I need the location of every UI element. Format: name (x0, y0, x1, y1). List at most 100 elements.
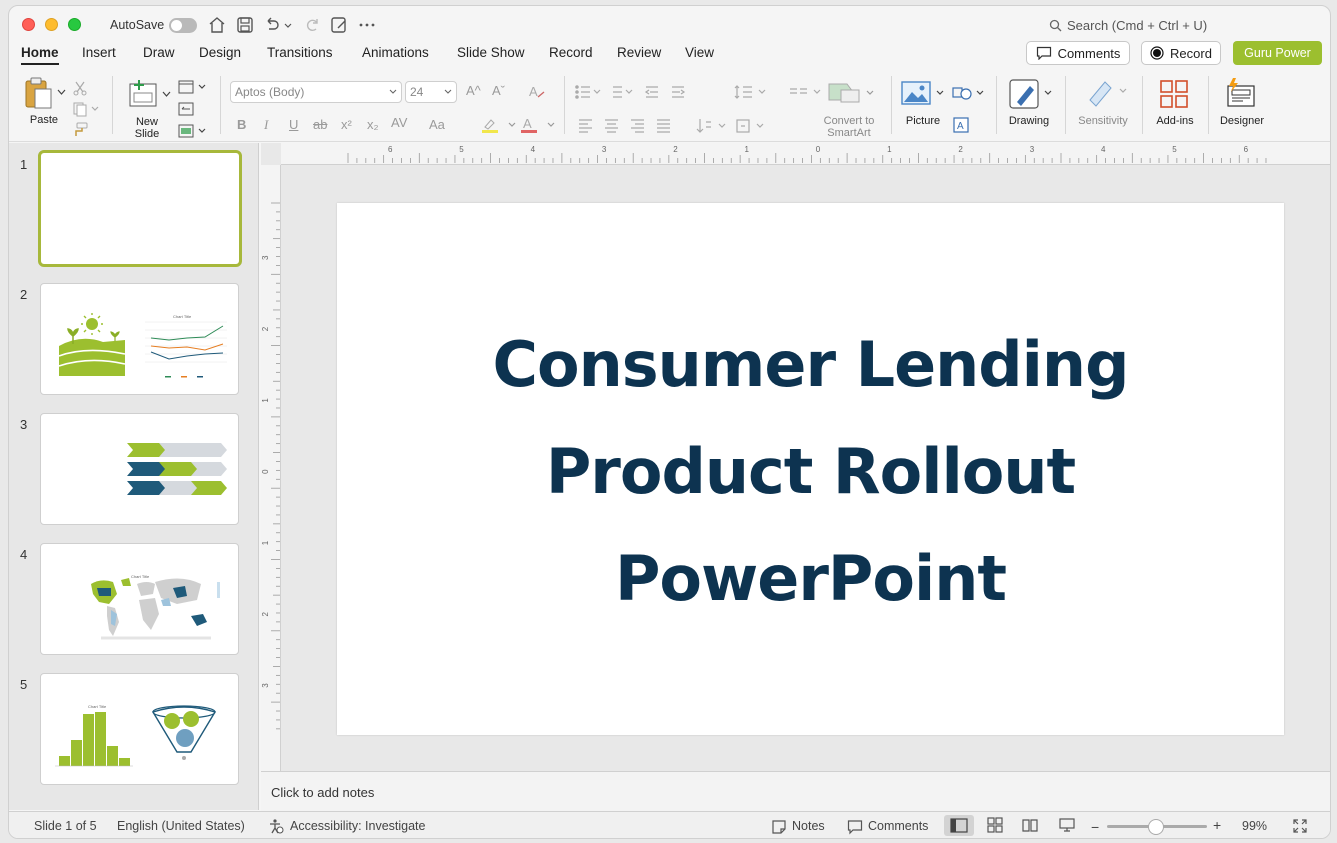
tab-review[interactable]: Review (617, 45, 661, 60)
increase-font-size-button[interactable]: A^ (466, 83, 481, 98)
paste-dropdown-icon[interactable] (57, 88, 66, 96)
designer-icon[interactable] (1223, 76, 1257, 110)
zoom-in-button[interactable]: + (1213, 817, 1221, 833)
tab-insert[interactable]: Insert (82, 45, 116, 60)
accessibility-icon[interactable] (268, 818, 284, 834)
language-indicator[interactable]: English (United States) (117, 819, 245, 833)
line-chart-thumbnail (145, 321, 227, 378)
minimize-window-button[interactable] (45, 18, 58, 31)
more-options-icon[interactable] (357, 15, 377, 35)
undo-icon[interactable] (262, 15, 282, 35)
superscript-button[interactable]: x² (341, 117, 352, 132)
slide-thumbnail-1[interactable] (38, 150, 242, 267)
accessibility-status[interactable]: Accessibility: Investigate (290, 819, 425, 833)
bold-button[interactable]: B (237, 117, 246, 132)
slide-number: 4 (20, 547, 28, 562)
ribbon-separator (996, 76, 997, 134)
change-case-button[interactable]: Aa (429, 117, 445, 132)
ruler-label: 3 (1030, 145, 1035, 154)
autosave-toggle[interactable] (169, 18, 197, 33)
comments-toggle[interactable]: Comments (868, 819, 928, 833)
ribbon-separator (220, 76, 221, 134)
guru-power-button[interactable]: Guru Power (1233, 41, 1322, 65)
tab-design[interactable]: Design (199, 45, 241, 60)
character-spacing-button[interactable]: AV (391, 115, 407, 130)
ruler-label: 1 (887, 145, 892, 154)
italic-button[interactable]: I (264, 117, 268, 133)
notes-pane[interactable]: Click to add notes (261, 771, 1330, 811)
text-direction-icons[interactable] (695, 117, 775, 135)
new-slide-dropdown-icon[interactable] (162, 90, 171, 98)
redo-icon[interactable] (302, 15, 322, 35)
subscript-button[interactable]: x₂ (367, 117, 379, 132)
cut-icon[interactable] (72, 80, 88, 96)
format-painter-icon[interactable] (72, 122, 88, 138)
slide-thumbnail-5[interactable]: Chart Title (40, 673, 239, 785)
undo-dropdown-icon[interactable] (283, 15, 293, 35)
save-as-icon[interactable] (329, 15, 349, 35)
home-icon[interactable] (207, 15, 227, 35)
tab-record[interactable]: Record (549, 45, 593, 60)
shapes-icon[interactable] (952, 84, 986, 102)
clear-formatting-icon[interactable]: A (528, 83, 546, 101)
underline-button[interactable]: U (289, 117, 298, 132)
slide-title[interactable]: Consumer Lending Product Rollout PowerPo… (337, 311, 1284, 632)
search-box[interactable]: Search (Cmd + Ctrl + U) (1049, 18, 1207, 33)
fit-to-window-icon[interactable] (1292, 818, 1308, 834)
record-button[interactable]: Record (1141, 41, 1221, 65)
slide-thumbnail-2[interactable]: Chart Title (40, 283, 239, 395)
add-ins-icon[interactable] (1158, 78, 1190, 110)
tab-view[interactable]: View (685, 45, 714, 60)
current-slide[interactable]: Consumer Lending Product Rollout PowerPo… (337, 203, 1284, 735)
vertical-ruler: 3 2 1 0 1 2 3 (261, 165, 281, 771)
comments-icon[interactable] (847, 819, 863, 835)
alignment-icons[interactable] (576, 117, 676, 133)
zoom-slider-thumb[interactable] (1148, 819, 1164, 835)
highlight-color-icon[interactable] (481, 116, 521, 134)
font-name-select[interactable]: Aptos (Body) (230, 81, 402, 103)
slide-show-icon[interactable] (1058, 817, 1076, 833)
decrease-font-size-button[interactable]: Aˇ (492, 83, 505, 98)
font-name-value: Aptos (Body) (235, 85, 305, 99)
comments-button[interactable]: Comments (1026, 41, 1130, 65)
slide-thumbnail-3[interactable] (40, 413, 239, 525)
normal-view-button[interactable] (944, 815, 974, 836)
slide-sorter-icon[interactable] (987, 817, 1003, 833)
notes-icon[interactable] (771, 819, 787, 835)
columns-icon[interactable] (787, 83, 827, 101)
zoom-window-button[interactable] (68, 18, 81, 31)
sensitivity-icon[interactable] (1085, 78, 1129, 108)
text-box-icon[interactable]: A (952, 116, 970, 134)
zoom-out-button[interactable]: − (1091, 819, 1099, 835)
reading-view-icon[interactable] (1021, 817, 1039, 833)
list-controls-icon[interactable] (574, 83, 724, 101)
drawing-icon[interactable] (1008, 78, 1054, 110)
svg-text:A: A (523, 116, 532, 131)
copy-icon[interactable] (72, 101, 100, 117)
notes-toggle[interactable]: Notes (792, 819, 825, 833)
paste-icon[interactable] (23, 76, 55, 110)
layout-icon[interactable] (178, 80, 208, 94)
line-spacing-icon[interactable] (734, 83, 774, 101)
record-button-label: Record (1170, 45, 1212, 61)
font-color-icon[interactable]: A (520, 116, 560, 134)
font-size-select[interactable]: 24 (405, 81, 457, 103)
new-slide-icon[interactable] (127, 78, 159, 108)
picture-icon[interactable] (901, 80, 945, 106)
slide-thumbnail-4[interactable]: Chart Title (40, 543, 239, 655)
section-icon[interactable] (178, 124, 208, 138)
close-window-button[interactable] (22, 18, 35, 31)
tab-draw[interactable]: Draw (143, 45, 175, 60)
tab-transitions[interactable]: Transitions (267, 45, 333, 60)
convert-smartart-icon[interactable] (827, 80, 875, 106)
save-icon[interactable] (235, 15, 255, 35)
tab-slide-show[interactable]: Slide Show (457, 45, 525, 60)
tab-animations[interactable]: Animations (362, 45, 429, 60)
ruler-label: 1 (261, 398, 270, 403)
strikethrough-button[interactable]: ab (313, 117, 327, 132)
title-line-2: Product Rollout (545, 435, 1076, 508)
zoom-level[interactable]: 99% (1242, 819, 1267, 833)
thumbnail-chart-title: Chart Title (131, 574, 150, 579)
tab-home[interactable]: Home (21, 45, 59, 65)
reset-slide-icon[interactable] (178, 102, 194, 116)
